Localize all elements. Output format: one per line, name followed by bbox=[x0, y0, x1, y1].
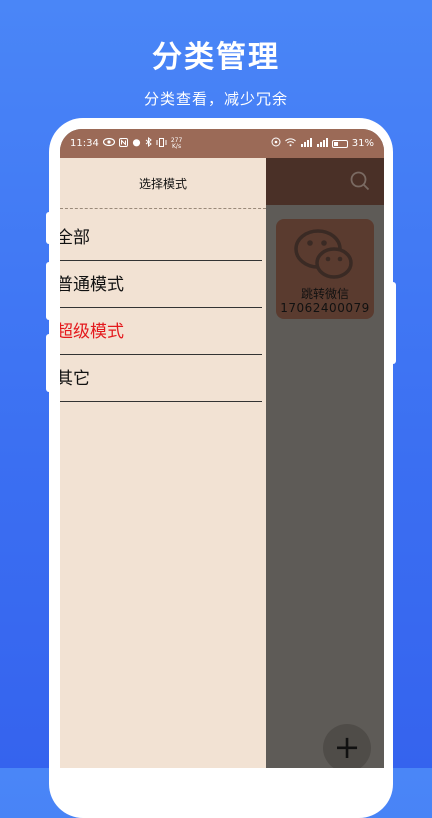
net-speed: 277 K/s bbox=[171, 137, 182, 150]
battery-icon bbox=[331, 139, 348, 148]
phone-screen: 11:34 277 K/s 31% 跳转微信 17062400079 + 选择模… bbox=[60, 129, 384, 768]
mode-drawer: 选择模式 全部 普通模式 超级模式 其它 bbox=[60, 158, 266, 768]
nfc-icon bbox=[118, 137, 128, 150]
phone-side-button bbox=[46, 262, 52, 320]
status-bar: 11:34 277 K/s 31% bbox=[60, 129, 384, 158]
promo-subtitle: 分类查看，减少冗余 bbox=[143, 90, 288, 108]
signal-icon bbox=[300, 137, 312, 150]
drawer-title: 选择模式 bbox=[138, 177, 187, 191]
bluetooth-icon bbox=[145, 136, 152, 150]
menu-item-other[interactable]: 其它 bbox=[60, 356, 262, 402]
card-name: 跳转微信 bbox=[300, 287, 349, 301]
promo-title: 分类管理 bbox=[152, 40, 280, 75]
menu-item-normal-mode[interactable]: 普通模式 bbox=[60, 262, 262, 308]
battery-percent: 31% bbox=[351, 138, 374, 149]
vibrate-icon bbox=[156, 137, 167, 150]
wifi-icon bbox=[284, 137, 296, 150]
eye-icon bbox=[102, 137, 115, 149]
phone-side-button bbox=[46, 334, 52, 392]
wechat-icon bbox=[294, 229, 353, 279]
phone-side-button bbox=[390, 282, 396, 364]
plus-icon: + bbox=[333, 728, 361, 766]
hotspot-icon bbox=[271, 137, 281, 150]
search-icon bbox=[350, 171, 370, 191]
alarm-icon bbox=[132, 138, 141, 150]
divider bbox=[60, 208, 266, 209]
menu-item-all[interactable]: 全部 bbox=[60, 215, 262, 261]
search-button[interactable] bbox=[348, 169, 372, 193]
add-button[interactable]: + bbox=[323, 724, 371, 768]
wechat-card[interactable]: 跳转微信 17062400079 bbox=[276, 219, 374, 319]
card-number: 17062400079 bbox=[280, 301, 370, 315]
net-speed-unit: K/s bbox=[172, 142, 182, 150]
phone-side-button bbox=[46, 212, 52, 244]
status-time: 11:34 bbox=[70, 138, 99, 149]
signal-icon bbox=[316, 137, 328, 150]
menu-item-super-mode[interactable]: 超级模式 bbox=[60, 309, 262, 355]
